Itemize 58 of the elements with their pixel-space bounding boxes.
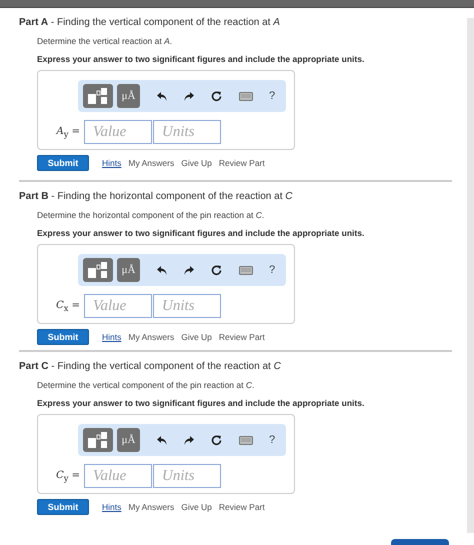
action-link[interactable]: Review Part <box>218 332 265 342</box>
variable-label: C$_{x}$ = <box>55 300 80 312</box>
units-button[interactable]: μÅ <box>117 258 140 282</box>
value-field[interactable]: Value <box>84 464 152 488</box>
help-button[interactable]: ? <box>269 434 276 446</box>
submit-button[interactable]: Submit <box>37 329 89 345</box>
hints-link[interactable]: Hints <box>102 158 122 168</box>
redo-icon[interactable] <box>184 436 194 444</box>
undo-icon[interactable] <box>157 92 167 100</box>
redo-icon[interactable] <box>184 266 194 274</box>
templates-icon <box>88 432 108 448</box>
action-link[interactable]: Give Up <box>181 332 212 342</box>
hints-link[interactable]: Hints <box>102 332 122 342</box>
keyboard-icon[interactable] <box>239 436 253 444</box>
submit-button[interactable]: Submit <box>37 155 89 171</box>
value-field[interactable]: Value <box>84 294 152 318</box>
action-link[interactable]: Review Part <box>218 502 265 512</box>
part-title: Part B - Finding the horizontal component of the reaction at C <box>19 191 294 202</box>
part-title: Part C - Finding the vertical component of the reaction at C <box>19 361 282 372</box>
question-text: Determine the vertical reaction at A. <box>37 36 174 46</box>
action-link[interactable]: Give Up <box>181 158 212 168</box>
reset-icon[interactable] <box>211 434 222 446</box>
templates-button[interactable] <box>83 428 113 452</box>
action-link[interactable]: Give Up <box>181 502 212 512</box>
action-link[interactable]: My Answers <box>128 332 174 342</box>
templates-button[interactable] <box>83 258 113 282</box>
units-field[interactable]: Units <box>153 294 221 318</box>
reset-icon[interactable] <box>211 90 222 102</box>
units-field[interactable]: Units <box>153 464 221 488</box>
action-link[interactable]: My Answers <box>128 158 174 168</box>
instruction-text: Express your answer to two significant figures and include the appropriate units. <box>37 398 366 408</box>
hints-link[interactable]: Hints <box>102 502 122 512</box>
help-button[interactable]: ? <box>269 264 276 276</box>
undo-icon[interactable] <box>157 436 167 444</box>
action-link[interactable]: My Answers <box>128 502 174 512</box>
units-button[interactable]: μÅ <box>117 84 140 108</box>
templates-icon <box>88 88 108 104</box>
templates-button[interactable] <box>83 84 113 108</box>
undo-icon[interactable] <box>157 266 167 274</box>
units-field[interactable]: Units <box>153 120 221 144</box>
help-button[interactable]: ? <box>269 90 276 102</box>
reset-icon[interactable] <box>211 264 222 276</box>
question-text: Determine the horizontal component of the pin reaction at C. <box>37 210 266 220</box>
variable-label: C$_{y}$ = <box>55 470 80 482</box>
templates-icon <box>88 262 108 278</box>
units-button[interactable]: μÅ <box>117 428 140 452</box>
instruction-text: Express your answer to two significant figures and include the appropriate units. <box>37 228 366 238</box>
submit-button[interactable]: Submit <box>37 499 89 515</box>
scrollbar[interactable] <box>467 18 474 533</box>
variable-label: A$_{y}$ = <box>54 126 80 138</box>
keyboard-icon[interactable] <box>239 266 253 274</box>
value-field[interactable]: Value <box>84 120 152 144</box>
action-link[interactable]: Review Part <box>218 158 265 168</box>
redo-icon[interactable] <box>184 92 194 100</box>
question-text: Determine the vertical component of the pin reaction at C. <box>37 380 256 390</box>
keyboard-icon[interactable] <box>239 92 253 100</box>
part-title: Part A - Finding the vertical component of the reaction at A <box>19 17 281 28</box>
instruction-text: Express your answer to two significant figures and include the appropriate units. <box>37 54 366 64</box>
